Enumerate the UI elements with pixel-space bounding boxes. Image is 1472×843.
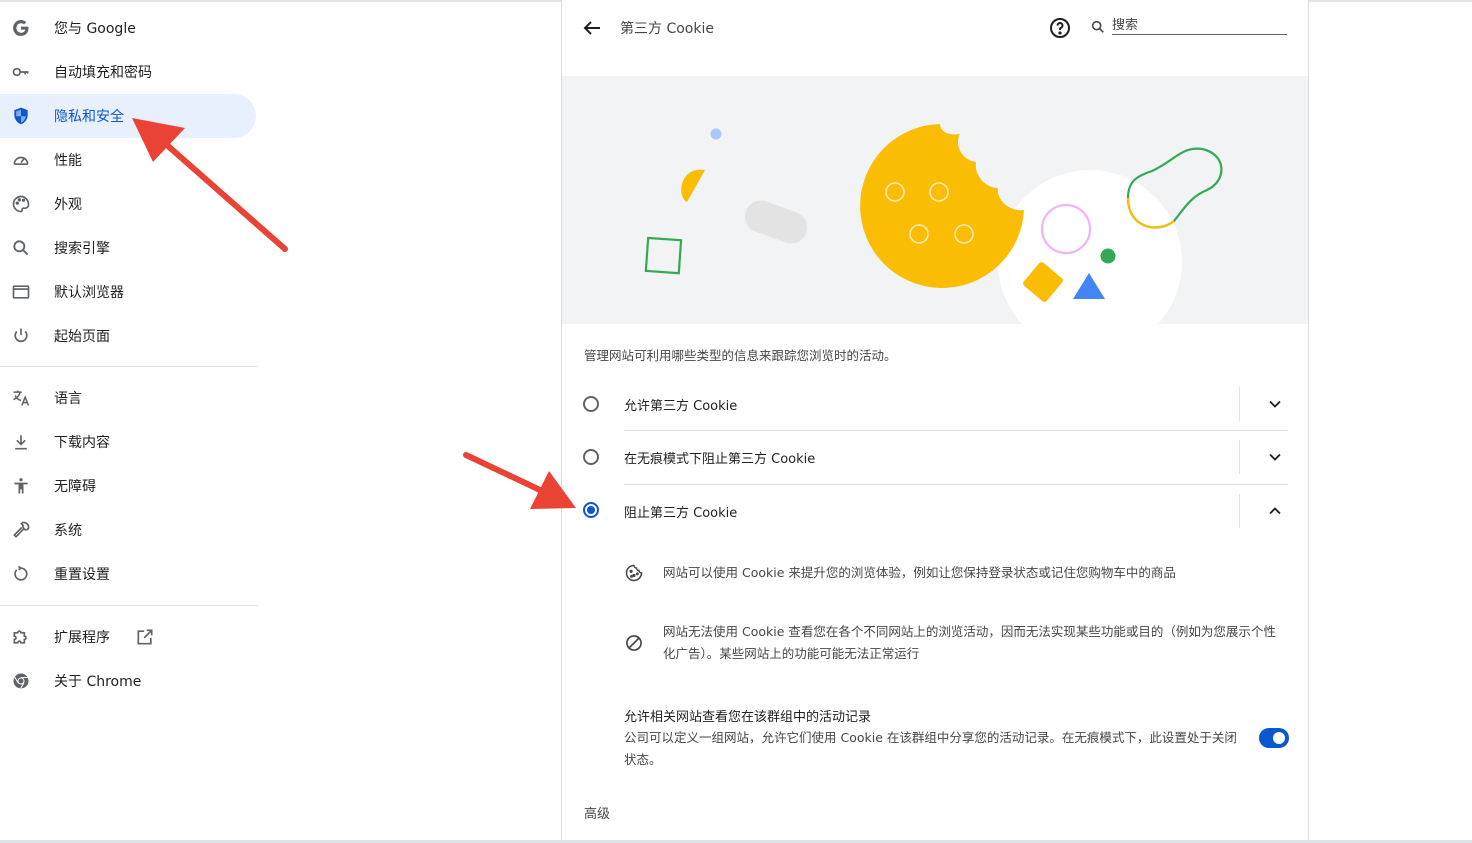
sidebar-item-search-engine[interactable]: 搜索引擎: [0, 226, 256, 270]
accessibility-icon: [9, 474, 33, 498]
annotation-arrow-option: [463, 452, 576, 509]
sidebar-divider: [0, 605, 258, 606]
sidebar-item-extensions[interactable]: 扩展程序: [0, 615, 256, 659]
row-separator: [1239, 494, 1240, 528]
sidebar-item-accessibility[interactable]: 无障碍: [0, 464, 256, 508]
google-g-icon: [9, 16, 33, 40]
sidebar-item-system[interactable]: 系统: [0, 508, 256, 552]
option-allow-third-party[interactable]: 允许第三方 Cookie: [562, 377, 1308, 431]
related-sites-toggle[interactable]: [1259, 728, 1289, 748]
sidebar-item-label: 系统: [54, 523, 82, 539]
sidebar-item-label: 自动填充和密码: [54, 65, 152, 81]
sidebar-item-label: 扩展程序: [54, 630, 110, 646]
sidebar-item-autofill-passwords[interactable]: 自动填充和密码: [0, 50, 256, 94]
related-sites-description: 公司可以定义一组网站，允许它们使用 Cookie 在该群组中分享您的活动记录。在…: [624, 730, 1237, 767]
sidebar-item-label: 关于 Chrome: [54, 674, 142, 690]
cookie-icon: [624, 563, 644, 583]
chevron-down-icon[interactable]: [1265, 394, 1285, 414]
sidebar-item-label: 性能: [54, 153, 82, 169]
wrench-icon: [9, 518, 33, 542]
row-separator: [1239, 387, 1240, 421]
chevron-down-icon[interactable]: [1265, 447, 1285, 467]
cookie-illustration-art: [644, 124, 1223, 324]
sidebar-item-label: 重置设置: [54, 567, 110, 583]
back-arrow-icon[interactable]: [580, 16, 604, 40]
sidebar-item-on-startup[interactable]: 起始页面: [0, 314, 256, 358]
key-icon: [9, 60, 33, 84]
sidebar-item-label: 外观: [54, 197, 82, 213]
settings-panel: 第三方 Cookie 管理网站可利用哪些类型的: [561, 0, 1309, 843]
settings-sidebar: 您与 Google 自动填充和密码 隐私和安全 性能 外观 搜索引擎 默认浏览器…: [0, 0, 262, 843]
sidebar-item-label: 默认浏览器: [54, 285, 124, 301]
radio-allow-third-party[interactable]: [583, 396, 599, 412]
puzzle-icon: [9, 625, 33, 649]
search-icon: [1090, 19, 1106, 35]
related-sites-title: 允许相关网站查看您在该群组中的活动记录: [624, 710, 872, 725]
radio-block-incognito[interactable]: [583, 449, 599, 465]
detail-text: 网站无法使用 Cookie 查看您在各个不同网站上的浏览活动，因而无法实现某些功…: [663, 624, 1276, 661]
chevron-up-icon[interactable]: [1265, 501, 1285, 521]
sidebar-item-privacy-security[interactable]: 隐私和安全: [0, 94, 256, 138]
sidebar-item-reset-settings[interactable]: 重置设置: [0, 552, 256, 596]
sidebar-item-performance[interactable]: 性能: [0, 138, 256, 182]
option-label: 阻止第三方 Cookie: [624, 506, 738, 521]
subpage-header: 第三方 Cookie: [562, 0, 1310, 56]
sidebar-item-appearance[interactable]: 外观: [0, 182, 256, 226]
sidebar-item-label: 搜索引擎: [54, 241, 110, 257]
advanced-section-heading: 高级: [584, 807, 611, 822]
translate-icon: [9, 386, 33, 410]
cookie-illustration: [562, 76, 1308, 324]
sidebar-item-languages[interactable]: 语言: [0, 376, 256, 420]
block-icon: [624, 633, 644, 653]
detail-text: 网站可以使用 Cookie 来提升您的浏览体验，例如让您保持登录状态或记住您购物…: [663, 565, 1176, 580]
sidebar-item-label: 语言: [54, 391, 82, 407]
option-label: 允许第三方 Cookie: [624, 399, 738, 414]
sidebar-item-label: 您与 Google: [54, 21, 136, 37]
shield-icon: [9, 104, 33, 128]
speedometer-icon: [9, 148, 33, 172]
sidebar-item-label: 隐私和安全: [54, 109, 124, 125]
open-in-new-icon: [135, 627, 155, 647]
chrome-icon: [9, 669, 33, 693]
sidebar-item-about-chrome[interactable]: 关于 Chrome: [0, 659, 256, 703]
download-icon: [9, 430, 33, 454]
help-icon[interactable]: [1048, 16, 1072, 40]
search-input[interactable]: [1112, 16, 1287, 35]
reset-icon: [9, 562, 33, 586]
sidebar-item-label: 起始页面: [54, 329, 110, 345]
radio-block-third-party[interactable]: [583, 502, 599, 518]
sidebar-item-label: 下载内容: [54, 435, 110, 451]
sidebar-item-default-browser[interactable]: 默认浏览器: [0, 270, 256, 314]
option-block-incognito[interactable]: 在无痕模式下阻止第三方 Cookie: [562, 430, 1308, 484]
palette-icon: [9, 192, 33, 216]
search-icon: [9, 236, 33, 260]
section-description: 管理网站可利用哪些类型的信息来跟踪您浏览时的活动。: [584, 348, 897, 363]
sidebar-item-label: 无障碍: [54, 479, 96, 495]
power-icon: [9, 324, 33, 348]
sidebar-divider: [0, 366, 258, 367]
sidebar-item-downloads[interactable]: 下载内容: [0, 420, 256, 464]
row-separator: [1239, 440, 1240, 474]
sidebar-item-you-and-google[interactable]: 您与 Google: [0, 6, 256, 50]
option-block-third-party[interactable]: 阻止第三方 Cookie: [562, 484, 1308, 538]
page-title: 第三方 Cookie: [620, 21, 714, 37]
option-label: 在无痕模式下阻止第三方 Cookie: [624, 452, 816, 467]
browser-window-icon: [9, 280, 33, 304]
